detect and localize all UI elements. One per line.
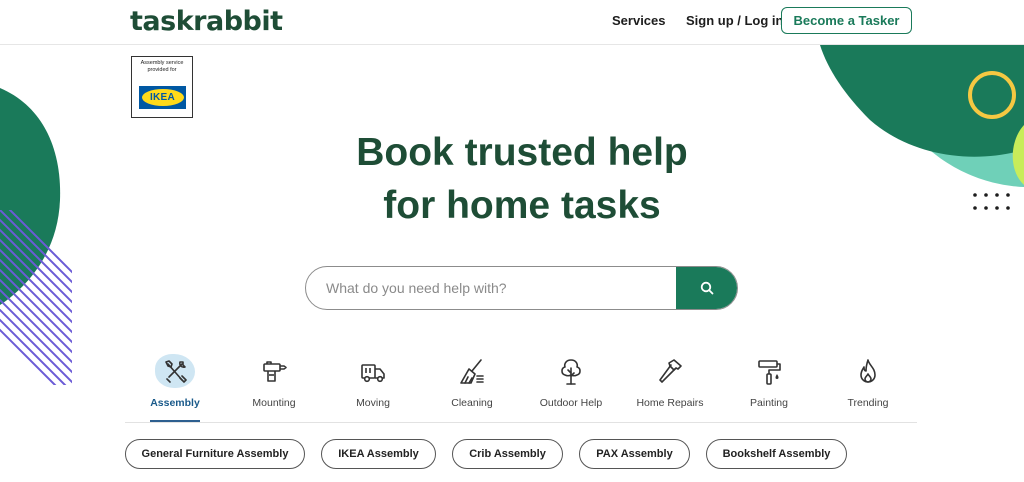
tab-home-repairs[interactable]: Home Repairs [620, 352, 720, 422]
search-bar [305, 266, 738, 310]
chip-ikea-assembly[interactable]: IKEA Assembly [321, 439, 436, 469]
category-tabs: Assembly Mounting Moving Cleaning Outdoo… [125, 352, 917, 422]
hammer-icon [659, 359, 682, 383]
paint-roller-icon [758, 360, 781, 385]
chip-crib-assembly[interactable]: Crib Assembly [452, 439, 563, 469]
hero-title: Book trusted help for home tasks [262, 126, 782, 232]
left-decoration [0, 88, 72, 385]
taskrabbit-logo[interactable]: taskrabbit [130, 6, 283, 37]
search-button[interactable] [676, 267, 737, 309]
badge-text: Assembly service provided for [140, 60, 184, 73]
flame-icon [860, 359, 876, 383]
hero-title-line1: Book trusted help [356, 131, 688, 174]
nav-services-link[interactable]: Services [612, 13, 666, 28]
tools-icon [165, 360, 187, 383]
tab-moving[interactable]: Moving [323, 352, 423, 422]
tab-label: Moving [356, 397, 390, 409]
tab-mounting[interactable]: Mounting [224, 352, 324, 422]
tab-outdoor-help[interactable]: Outdoor Help [521, 352, 621, 422]
drill-icon [263, 361, 287, 382]
site-header: taskrabbit Services Sign up / Log in Bec… [0, 0, 1024, 45]
tab-label: Home Repairs [636, 397, 704, 409]
search-icon [700, 281, 714, 295]
right-decoration [820, 45, 1024, 210]
tab-cleaning[interactable]: Cleaning [422, 352, 522, 422]
ikea-logo: IKEA [139, 86, 186, 109]
become-tasker-button[interactable]: Become a Tasker [781, 7, 912, 34]
tab-label: Painting [750, 397, 788, 409]
broom-icon [460, 359, 484, 384]
ikea-partner-badge: Assembly service provided for IKEA [131, 56, 193, 118]
tab-label: Outdoor Help [539, 397, 603, 409]
tab-label: Trending [847, 397, 889, 409]
tabs-divider [125, 422, 917, 423]
tree-icon [561, 359, 581, 385]
tab-label: Assembly [150, 397, 200, 409]
tab-painting[interactable]: Painting [719, 352, 819, 422]
tab-assembly[interactable]: Assembly [125, 352, 225, 422]
chip-bookshelf-assembly[interactable]: Bookshelf Assembly [706, 439, 847, 469]
tab-trending[interactable]: Trending [818, 352, 918, 422]
chip-general-furniture-assembly[interactable]: General Furniture Assembly [125, 439, 305, 469]
hero-title-line2: for home tasks [383, 184, 661, 227]
ikea-logo-text: IKEA [149, 92, 176, 103]
truck-icon [361, 364, 385, 383]
search-input[interactable] [326, 267, 671, 309]
nav-signup-login-link[interactable]: Sign up / Log in [686, 13, 783, 28]
tab-label: Cleaning [451, 397, 493, 409]
chip-pax-assembly[interactable]: PAX Assembly [579, 439, 690, 469]
tab-label: Mounting [252, 397, 296, 409]
